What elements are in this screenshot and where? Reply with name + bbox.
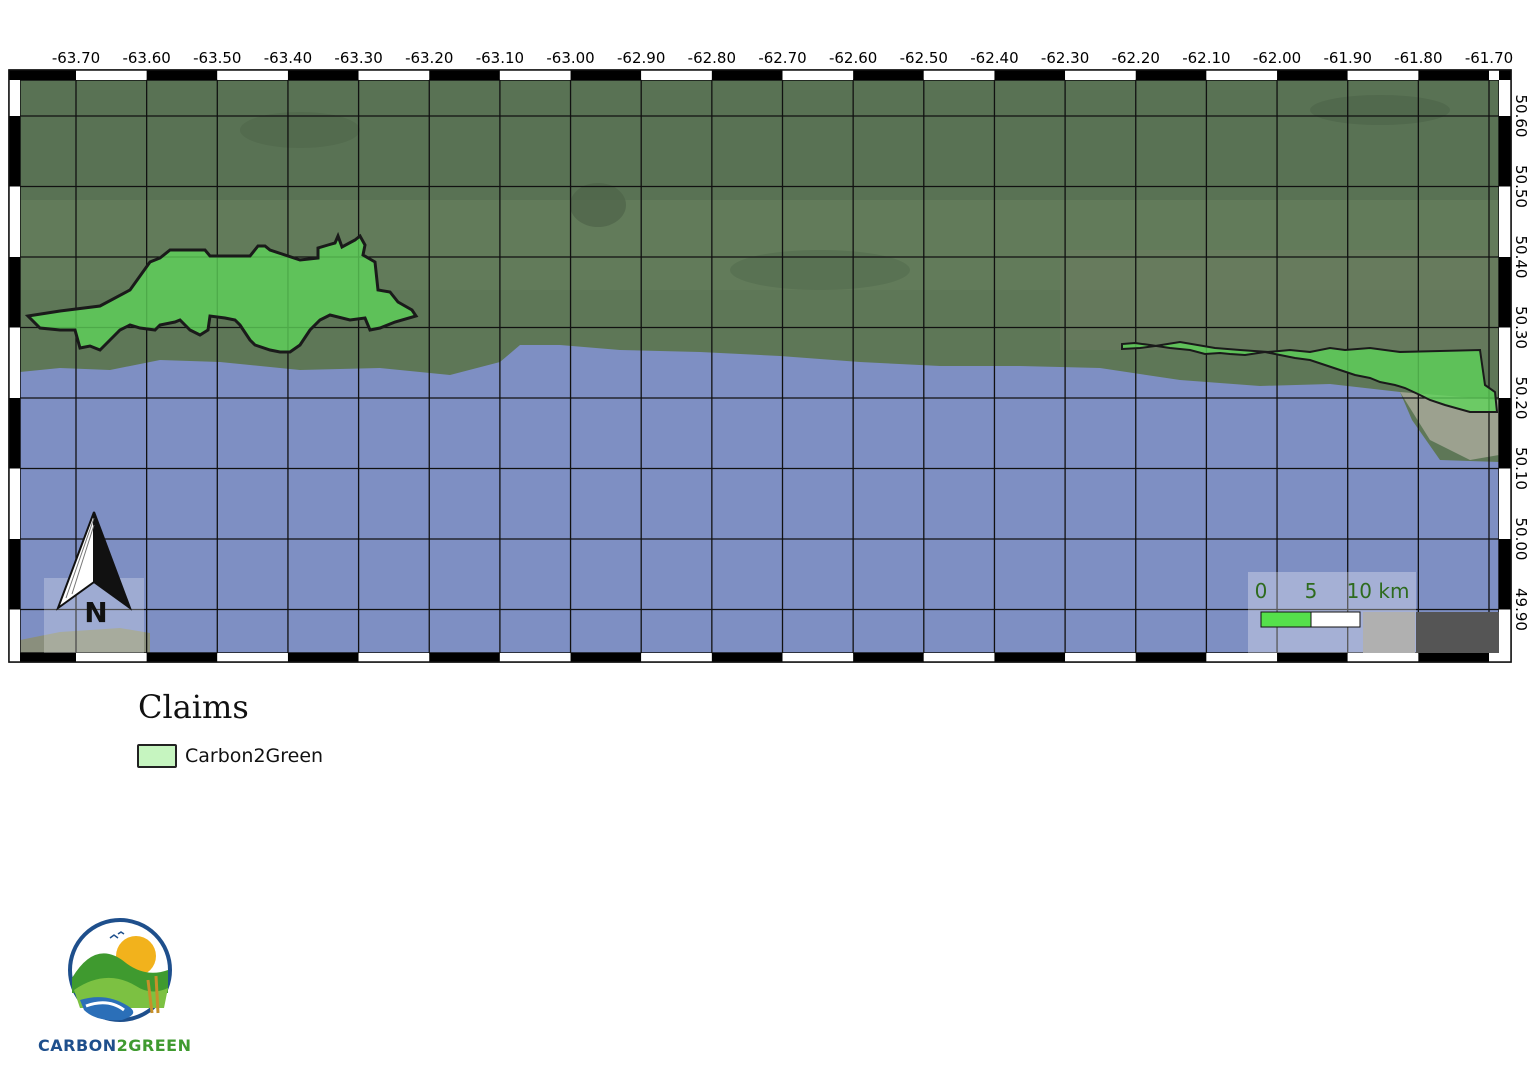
logo-text-carbon: CARBON [38,1036,117,1055]
longitude-label: -61.90 [1324,49,1372,67]
latitude-label: 50.50 [1512,165,1530,208]
latitude-tick-labels: 50.60 50.50 50.40 50.30 50.20 50.10 50.00 49.90 [1512,95,1530,631]
latitude-label: 50.00 [1512,518,1530,561]
longitude-label: -62.90 [617,49,665,67]
longitude-label: -62.10 [1182,49,1230,67]
longitude-label: -63.00 [546,49,594,67]
longitude-label: -61.80 [1394,49,1442,67]
longitude-label: -61.70 [1465,49,1513,67]
longitude-label: -62.40 [970,49,1018,67]
legend-item: Carbon2Green [137,744,323,768]
longitude-label: -62.50 [900,49,948,67]
longitude-label: -63.70 [52,49,100,67]
scale-label-10km: 10 km [1347,579,1410,603]
north-arrow-label: N [84,596,107,629]
scale-label-0: 0 [1255,579,1268,603]
longitude-label: -62.70 [758,49,806,67]
latitude-label: 50.10 [1512,447,1530,490]
latitude-label: 50.20 [1512,377,1530,420]
longitude-label: -63.20 [405,49,453,67]
longitude-label: -62.60 [829,49,877,67]
longitude-label: -62.80 [688,49,736,67]
logo-wordmark: CARBON2GREEN [38,1036,191,1055]
latitude-label: 50.40 [1512,236,1530,279]
longitude-label: -62.20 [1112,49,1160,67]
legend-item-label: Carbon2Green [185,745,324,767]
longitude-label: -62.00 [1253,49,1301,67]
longitude-label: -63.30 [334,49,382,67]
longitude-label: -63.60 [122,49,170,67]
logo-text-2green: 2GREEN [116,1036,192,1055]
scale-label-5: 5 [1305,579,1318,603]
longitude-tick-labels: -63.70 -63.60 -63.50 -63.40 -63.30 -63.20 -63.… [52,49,1513,67]
longitude-label: -63.10 [476,49,524,67]
latitude-label: 50.60 [1512,95,1530,138]
latitude-label: 49.90 [1512,588,1530,631]
latitude-label: 50.30 [1512,306,1530,349]
longitude-label: -63.50 [193,49,241,67]
legend-title: Claims [138,688,249,726]
longitude-label: -63.40 [264,49,312,67]
longitude-label: -62.30 [1041,49,1089,67]
legend-swatch [137,744,177,768]
map[interactable]: -63.70 -63.60 -63.50 -63.40 -63.30 -63.20 -63.… [0,0,1536,680]
